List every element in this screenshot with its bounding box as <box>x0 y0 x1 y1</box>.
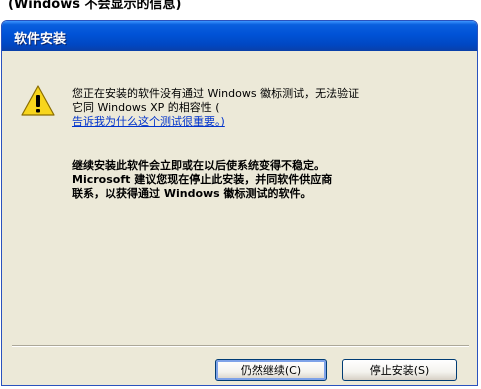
window-title: 软件安装 <box>14 32 67 47</box>
message-line-2: 它同 Windows XP 的相容性 ( <box>72 101 220 114</box>
warning-line-3: 联系，以获得通过 Windows 徽标测试的软件。 <box>72 187 312 200</box>
message-line-1: 您正在安装的软件没有通过 Windows 徽标测试，无法验证 <box>72 87 360 100</box>
why-important-link[interactable]: 告诉我为什么这个测试很重要。) <box>72 115 225 129</box>
caption-text: (Windows 不会显示的信息) <box>8 0 182 12</box>
stop-installation-button[interactable]: 停止安装(S) <box>342 359 457 381</box>
warning-line-1: 继续安装此软件会立即或在以后使系统变得不稳定。 <box>72 159 325 172</box>
separator <box>12 345 469 347</box>
continue-anyway-button[interactable]: 仍然继续(C) <box>215 359 327 381</box>
title-bar[interactable]: 软件安装 <box>2 21 477 51</box>
software-installation-dialog: 软件安装 您正在安装的软件没有通过 Windows 徽标测试，无法验证 它同 W… <box>1 20 478 386</box>
warning-icon <box>21 85 55 116</box>
warning-line-2: Microsoft 建议您现在停止此安装，并同软件供应商 <box>72 173 333 186</box>
screenshot-caption: (Windows 不会显示的信息) <box>0 0 481 22</box>
dialog-body: 您正在安装的软件没有通过 Windows 徽标测试，无法验证 它同 Window… <box>2 51 477 385</box>
